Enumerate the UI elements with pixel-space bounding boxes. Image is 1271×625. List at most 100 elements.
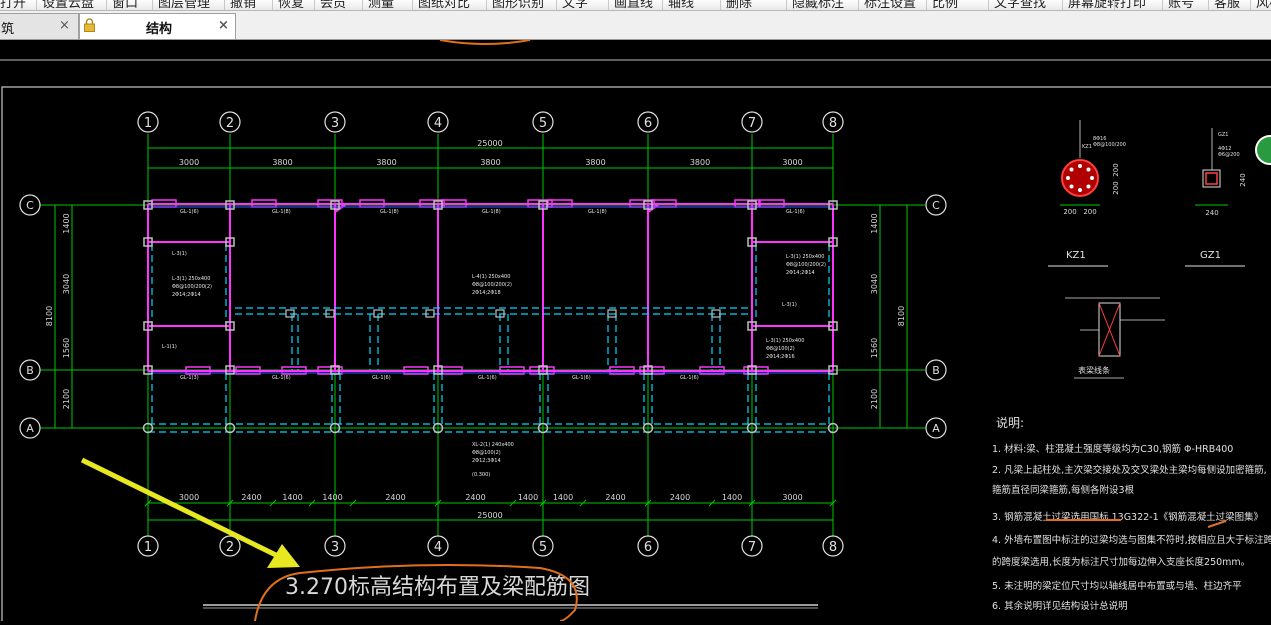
- note-line: 3. 钢筋混凝土过梁选用国标 13G322-1《钢筋混凝土过梁图集》: [992, 511, 1263, 523]
- axis-bubble-label: 8: [829, 116, 837, 131]
- axis-bubble-label: 3: [331, 116, 339, 131]
- beam-tag: GL-1(6): [180, 209, 199, 215]
- menu-item[interactable]: 比例: [932, 0, 958, 10]
- detail-tag: GZ1: [1218, 132, 1228, 138]
- menu-item[interactable]: 隐藏标注: [792, 0, 844, 10]
- detail-tag: Φ8@100/200: [1093, 142, 1126, 148]
- lock-icon: [84, 18, 95, 32]
- menu-item[interactable]: 会员: [320, 0, 346, 10]
- beam-tag: Φ8@100/200(2): [172, 284, 212, 290]
- dimension-text: 3000: [179, 158, 199, 167]
- menu-separator: [988, 0, 989, 10]
- axis-bubble-label: 2: [226, 540, 234, 555]
- dimension-text: 3000: [782, 158, 802, 167]
- beam-tag: GL-1(8): [380, 209, 399, 215]
- menu-item[interactable]: 撤销: [230, 0, 256, 10]
- menu-item[interactable]: 图纸对比: [418, 0, 470, 10]
- note-line: 6. 其余说明详见结构设计总说明: [992, 600, 1128, 612]
- menu-item[interactable]: 轴线: [668, 0, 694, 10]
- note-line: 1. 材料:梁、柱混凝土强度等级均为C30,钢筋 Φ-HRB400: [992, 443, 1233, 455]
- menu-item[interactable]: 打印: [1120, 0, 1146, 10]
- gz1-label: GZ1: [1200, 250, 1221, 261]
- axis-bubble-label: 5: [539, 116, 547, 131]
- axis-bubble-label: A: [932, 422, 940, 435]
- beam-tag: Φ8@100/200(2): [472, 282, 512, 288]
- beam-tag: L-3(1): [172, 251, 187, 257]
- beam-tag: GL-1(6): [786, 209, 805, 215]
- cad-drawing[interactable]: GL-1(6) GL-1(8) GL-1(8) GL-1(8) GL-1(8) GL-1(…: [0, 39, 1271, 625]
- dimension-text: 3800: [585, 158, 605, 167]
- dimension-text: 25000: [477, 511, 502, 520]
- dimension-text: 200: [1063, 208, 1076, 216]
- axis-bubble-label: 1: [144, 540, 152, 555]
- beam-tag: GL-1(6): [680, 375, 699, 381]
- menu-item[interactable]: 屏幕旋转: [1068, 0, 1120, 10]
- beam-tag: L-3(1) 250x400: [766, 338, 804, 344]
- tab-architecture[interactable]: 筑 ×: [0, 13, 79, 39]
- menu-item[interactable]: 文字查找: [994, 0, 1046, 10]
- menu-item[interactable]: 恢复: [278, 0, 304, 10]
- menu-item[interactable]: 窗口: [112, 0, 138, 10]
- dimension-text: 2400: [670, 493, 690, 502]
- menu-item[interactable]: 风格: [1256, 0, 1271, 10]
- axis-bubble-label: 7: [748, 540, 756, 555]
- drawing-canvas[interactable]: GL-1(6) GL-1(8) GL-1(8) GL-1(8) GL-1(8) GL-1(…: [0, 39, 1271, 625]
- menu-item[interactable]: 删除: [726, 0, 752, 10]
- menu-item[interactable]: 设置云盘: [42, 0, 94, 10]
- design-notes: 1. 材料:梁、柱混凝土强度等级均为C30,钢筋 Φ-HRB400 2. 凡梁上起…: [992, 443, 1271, 612]
- note-line: 4. 外墙布置图中标注的过梁均选与图集不符时,按相应且大于标注跨度: [992, 534, 1271, 546]
- dimension-text: 200: [1083, 208, 1096, 216]
- tab-structure[interactable]: 结构 ×: [79, 13, 236, 39]
- column-details: KZ18Φ16Φ8@100/200200 200200200KZ1GZ14Φ12Φ…: [1048, 120, 1271, 379]
- beam-tag: L-1(1): [162, 344, 177, 350]
- menu-separator: [662, 0, 663, 10]
- gz1-stirrup: [1205, 172, 1218, 185]
- menu-separator: [926, 0, 927, 10]
- menu-item[interactable]: 图形识别: [492, 0, 544, 10]
- menu-separator: [858, 0, 859, 10]
- menu-bar: 打开 设置云盘 窗口 图层管理 撤销 恢复 会员 测量 图纸对比 图形识别 文字 画直线 轴线 删除 隐藏标…: [0, 0, 1271, 11]
- dimension-text: 1400: [870, 213, 879, 233]
- menu-item[interactable]: 画直线: [614, 0, 653, 10]
- close-icon[interactable]: ×: [218, 18, 229, 33]
- axis-bubble-label: 1: [144, 116, 152, 131]
- dimension-text: 3040: [62, 274, 71, 294]
- tab-bar: 筑 × 结构 ×: [0, 11, 1271, 40]
- menu-item[interactable]: 账号: [1168, 0, 1194, 10]
- dimension-text: 2100: [870, 389, 879, 409]
- menu-item[interactable]: 文字: [562, 0, 588, 10]
- rebar-dot: [1069, 167, 1074, 172]
- beam-tag: GL-1(6): [372, 375, 391, 381]
- axis-bubble-label: 2: [226, 116, 234, 131]
- menu-separator: [152, 0, 153, 10]
- menu-item[interactable]: 图层管理: [158, 0, 210, 10]
- rebar-dot: [1078, 188, 1082, 192]
- dimension-text: 3800: [480, 158, 500, 167]
- rebar-dot: [1069, 184, 1074, 189]
- menu-item[interactable]: 标注设置: [864, 0, 916, 10]
- menu-item[interactable]: 打开: [0, 0, 26, 10]
- menu-separator: [106, 0, 107, 10]
- tab-label: 结构: [146, 22, 173, 37]
- axis-bubble-label: 6: [644, 540, 652, 555]
- rebar-dot: [1086, 184, 1091, 189]
- dimension-text: 2100: [62, 389, 71, 409]
- menu-separator: [36, 0, 37, 10]
- plan-title: 3.270标高结构布置及梁配筋图: [285, 575, 590, 600]
- menu-item[interactable]: 客服: [1214, 0, 1240, 10]
- axis-bubble-label: 7: [748, 116, 756, 131]
- beam-tag: Φ8@100(2): [766, 346, 795, 352]
- axis-bubble-label: C: [26, 199, 34, 212]
- beam-tag: GL-1(6): [478, 375, 497, 381]
- menu-item[interactable]: 测量: [368, 0, 394, 10]
- beam-tag: GL-1(8): [272, 209, 291, 215]
- dimension-text: 3800: [376, 158, 396, 167]
- dimension-text: 200: [1112, 181, 1120, 194]
- close-icon[interactable]: ×: [59, 18, 70, 33]
- beam-tag: GL-1(6): [572, 375, 591, 381]
- beam-tag: XL-2(1) 240x400: [472, 442, 514, 448]
- beam-tag: Φ8@100/200(2): [786, 262, 826, 268]
- axis-bubble-label: A: [26, 422, 34, 435]
- note-line: 箍筋直径同梁箍筋,每侧各附设3根: [992, 484, 1135, 496]
- axis-bubble-label: 5: [539, 540, 547, 555]
